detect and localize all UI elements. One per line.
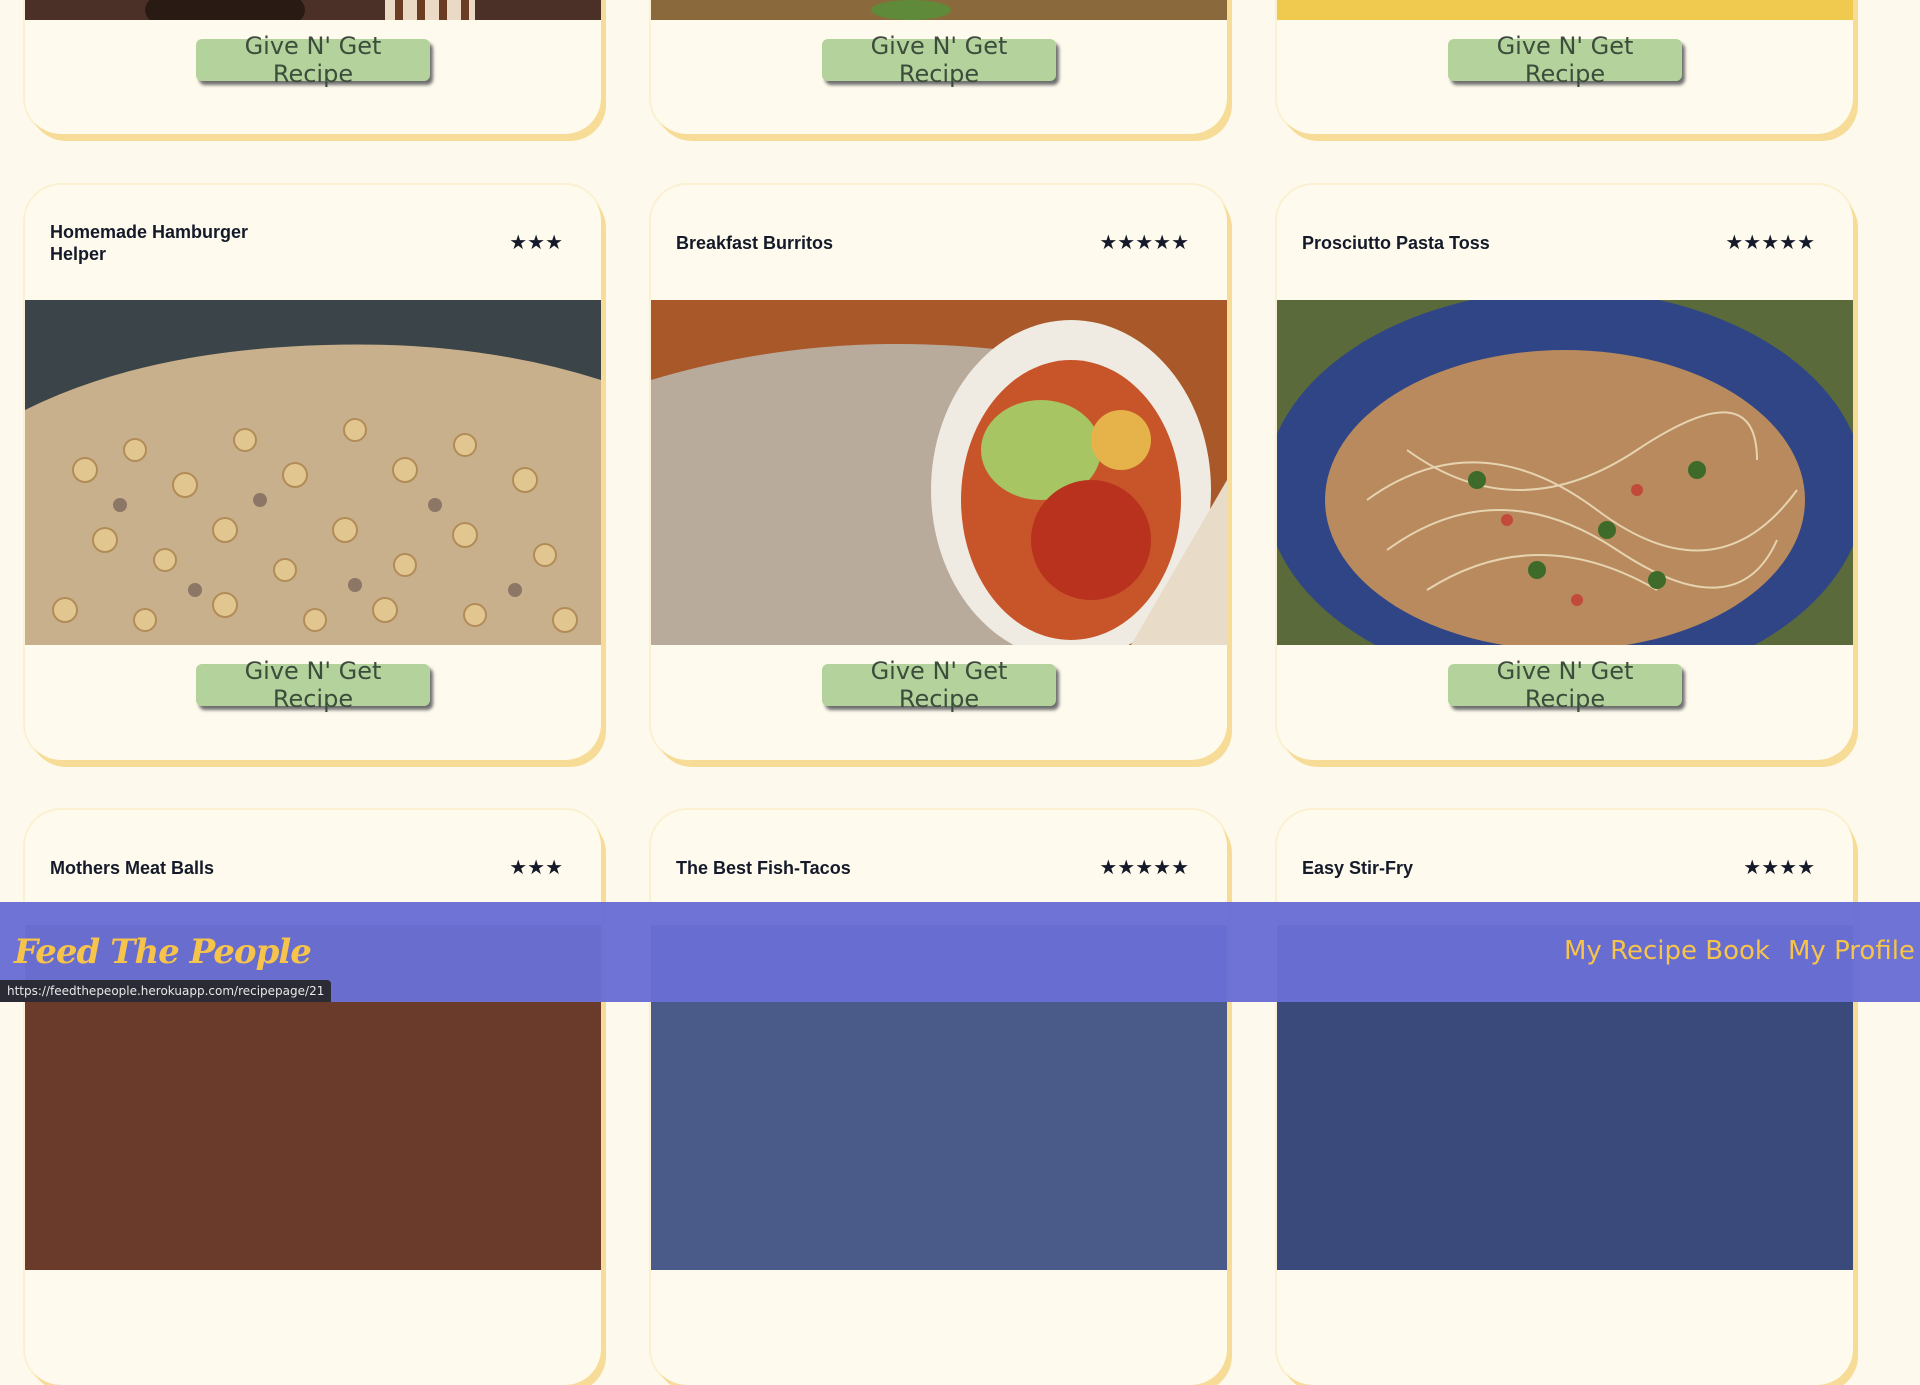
- star-rating: ★★★★: [1743, 857, 1815, 879]
- card-header: Breakfast Burritos ★★★★★: [676, 185, 1189, 300]
- recipe-photo[interactable]: [651, 300, 1227, 660]
- macaroni-image: [25, 300, 601, 645]
- star-rating: ★★★: [509, 857, 563, 879]
- recipe-photo[interactable]: [25, 0, 601, 40]
- recipe-title[interactable]: Mothers Meat Balls: [50, 857, 280, 879]
- dish-image: [651, 0, 1227, 20]
- recipe-card: Give N' Get Recipe: [651, 0, 1227, 134]
- burrito-image: [651, 300, 1227, 660]
- recipe-card: Mothers Meat Balls ★★★: [25, 810, 601, 1385]
- recipe-photo[interactable]: [1277, 290, 1853, 690]
- recipe-title[interactable]: Breakfast Burritos: [676, 232, 906, 254]
- recipe-card: Easy Stir-Fry ★★★★: [1277, 810, 1853, 1385]
- card-header: Prosciutto Pasta Toss ★★★★★: [1302, 185, 1815, 300]
- recipe-card: Prosciutto Pasta Toss ★★★★★ Give N' Get …: [1277, 185, 1853, 760]
- recipe-photo[interactable]: [651, 0, 1227, 20]
- site-logo[interactable]: Feed The People: [14, 932, 312, 972]
- recipe-card: Give N' Get Recipe: [1277, 0, 1853, 134]
- link-status-bar: https://feedthepeople.herokuapp.com/reci…: [0, 980, 332, 1002]
- star-rating: ★★★★★: [1725, 232, 1815, 254]
- give-n-get-recipe-button[interactable]: Give N' Get Recipe: [1448, 657, 1682, 713]
- pasta-image: [1277, 290, 1853, 690]
- recipe-title[interactable]: Prosciutto Pasta Toss: [1302, 232, 1532, 254]
- recipe-card: Breakfast Burritos ★★★★★ Give N' Get Rec…: [651, 185, 1227, 760]
- star-rating: ★★★★★: [1099, 232, 1189, 254]
- nav-my-recipe-book[interactable]: My Recipe Book: [1564, 936, 1770, 966]
- recipe-card: Homemade Hamburger Helper ★★★ Give N' Ge…: [25, 185, 601, 760]
- recipe-photo[interactable]: [25, 300, 601, 645]
- recipe-title[interactable]: Easy Stir-Fry: [1302, 857, 1532, 879]
- dessert-image: [25, 0, 601, 40]
- give-n-get-recipe-button[interactable]: Give N' Get Recipe: [1448, 32, 1682, 88]
- give-n-get-recipe-button[interactable]: Give N' Get Recipe: [196, 657, 430, 713]
- card-header: Homemade Hamburger Helper ★★★: [50, 185, 563, 300]
- give-n-get-recipe-button[interactable]: Give N' Get Recipe: [196, 32, 430, 88]
- recipe-card: Give N' Get Recipe: [25, 0, 601, 134]
- give-n-get-recipe-button[interactable]: Give N' Get Recipe: [822, 657, 1056, 713]
- recipe-title[interactable]: The Best Fish-Tacos: [676, 857, 906, 879]
- recipe-grid: Give N' Get Recipe Give N' Get Recipe Gi…: [0, 0, 1920, 1385]
- nav-my-profile[interactable]: My Profile: [1788, 936, 1915, 966]
- recipe-title[interactable]: Homemade Hamburger Helper: [50, 221, 280, 265]
- recipe-card: The Best Fish-Tacos ★★★★★: [651, 810, 1227, 1385]
- star-rating: ★★★★★: [1099, 857, 1189, 879]
- recipe-photo[interactable]: [1277, 0, 1853, 20]
- dish-image: [1277, 0, 1853, 20]
- give-n-get-recipe-button[interactable]: Give N' Get Recipe: [822, 32, 1056, 88]
- star-rating: ★★★: [509, 232, 563, 254]
